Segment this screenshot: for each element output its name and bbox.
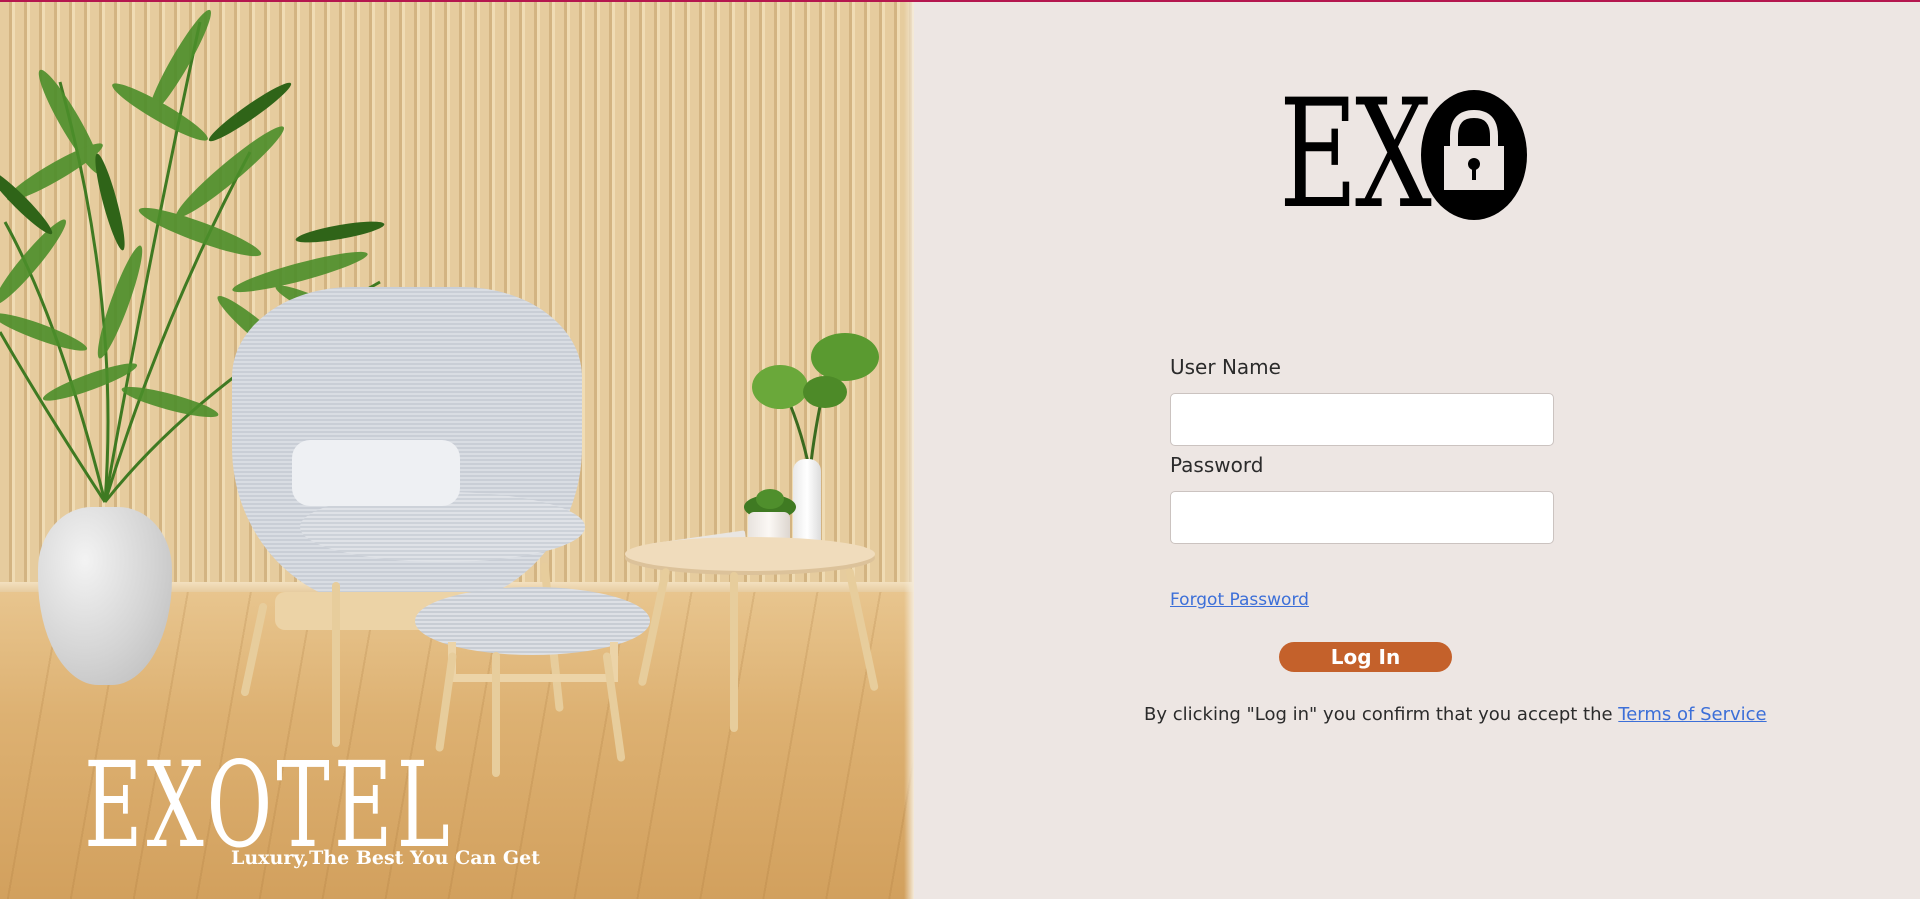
terms-notice: By clicking "Log in" you confirm that yo… xyxy=(1144,704,1767,725)
login-form: User Name Password xyxy=(1170,355,1555,544)
exo-logo: EX xyxy=(1279,68,1529,242)
terms-of-service-link[interactable]: Terms of Service xyxy=(1618,704,1766,725)
forgot-password-link[interactable]: Forgot Password xyxy=(1170,590,1309,610)
terms-prefix: By clicking "Log in" you confirm that yo… xyxy=(1144,704,1619,725)
logo-wordmark: EX xyxy=(1279,68,1432,242)
hero-edge-fade xyxy=(904,2,914,899)
password-label: Password xyxy=(1170,453,1264,477)
login-button[interactable]: Log In xyxy=(1279,642,1452,672)
hero-tagline: Luxury,The Best You Can Get xyxy=(231,847,541,869)
table-leg xyxy=(730,572,738,732)
hero-image: EXOTEL Luxury,The Best You Can Get xyxy=(0,2,914,899)
monstera-plant-illustration xyxy=(752,333,879,472)
password-input[interactable] xyxy=(1170,491,1554,544)
side-table xyxy=(625,537,875,571)
ottoman-frame xyxy=(448,642,618,682)
chair-pillow xyxy=(292,440,460,506)
padlock-icon xyxy=(1421,90,1527,220)
username-input[interactable] xyxy=(1170,393,1554,446)
username-label: User Name xyxy=(1170,355,1281,379)
chair-leg xyxy=(332,582,340,747)
ottoman-leg xyxy=(492,652,500,777)
